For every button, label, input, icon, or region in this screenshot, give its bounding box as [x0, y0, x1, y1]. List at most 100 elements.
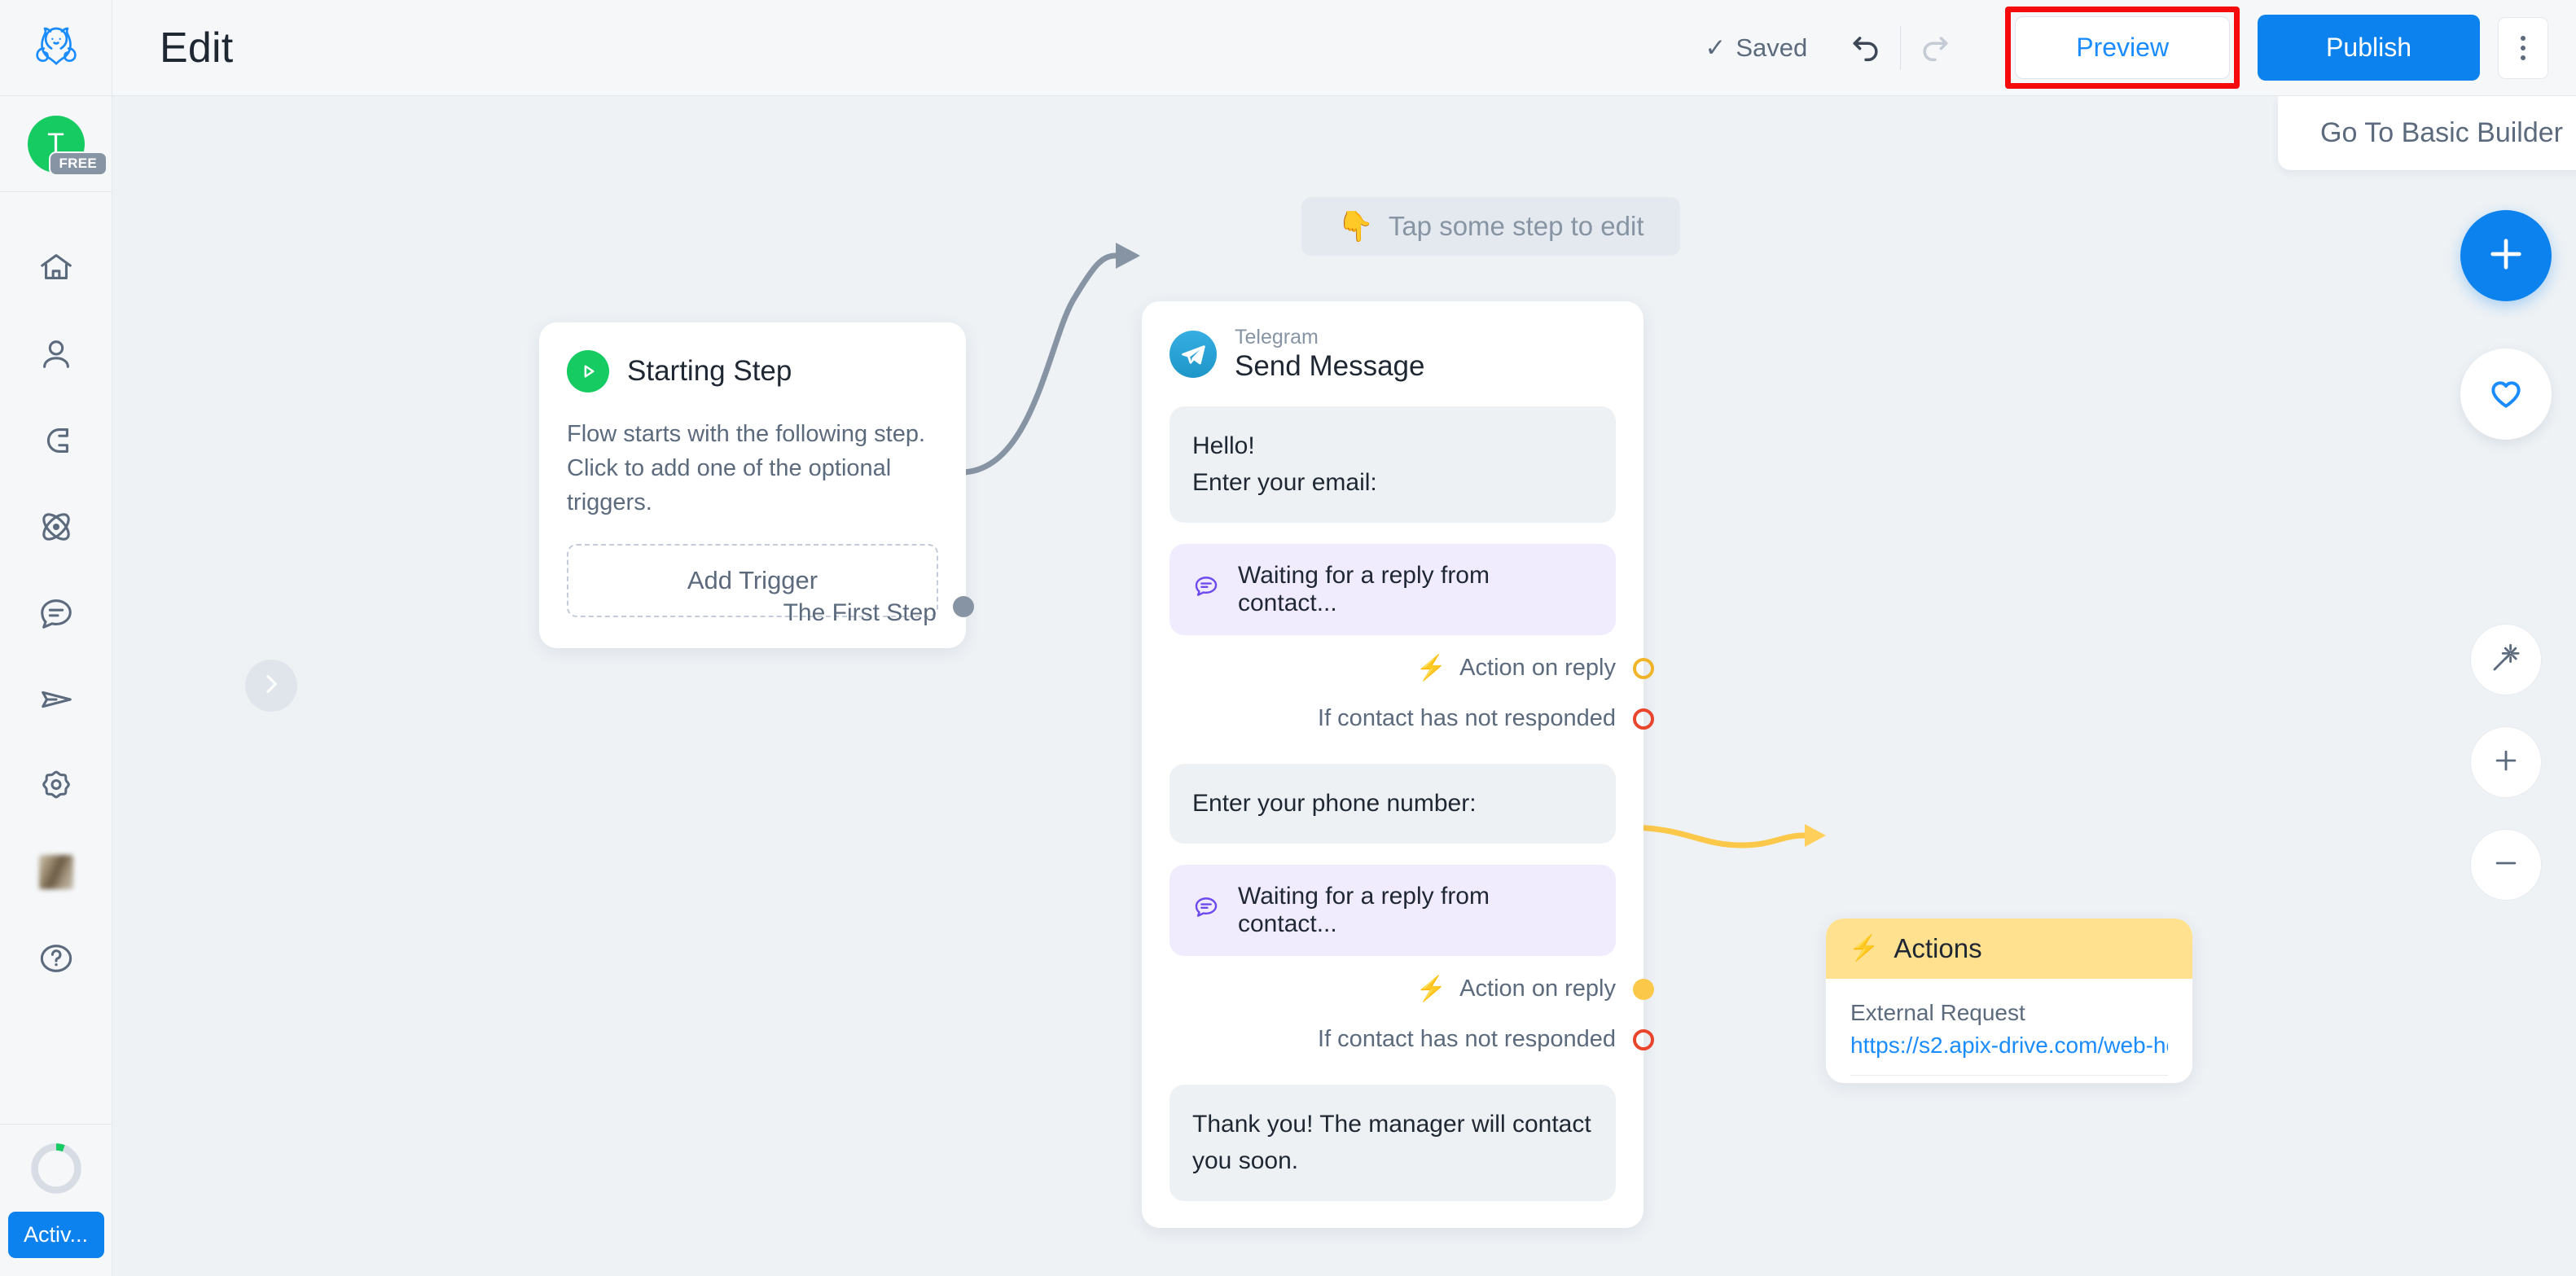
action-on-reply-row[interactable]: ⚡ Action on reply: [1170, 643, 1654, 694]
message-bubble[interactable]: Thank you! The manager will contact you …: [1170, 1084, 1616, 1201]
redo-button[interactable]: [1906, 19, 1964, 77]
favorites-fab[interactable]: [2460, 349, 2552, 440]
preview-highlight-box: Preview: [2005, 7, 2240, 89]
check-icon: ✓: [1705, 33, 1727, 62]
action-on-reply-port[interactable]: [1633, 657, 1654, 679]
tap-hint-text: Tap some step to edit: [1388, 211, 1644, 241]
bolt-icon: ⚡: [1415, 975, 1447, 1002]
sidebar-item-help[interactable]: [0, 915, 112, 1002]
telegram-node-titles: Telegram Send Message: [1235, 326, 1424, 384]
not-responded-port[interactable]: [1633, 708, 1654, 730]
plan-badge: FREE: [48, 151, 108, 176]
waiting-reply-block[interactable]: Waiting for a reply from contact...: [1170, 543, 1616, 635]
magic-wand-icon: [2489, 641, 2523, 679]
node-telegram-send-message[interactable]: Telegram Send Message Hello! Enter your …: [1142, 301, 1654, 1228]
preview-button[interactable]: Preview: [2015, 16, 2231, 79]
person-icon: [37, 335, 75, 373]
publish-button[interactable]: Publish: [2258, 15, 2480, 81]
avatar: T FREE: [27, 115, 108, 176]
not-responded-row[interactable]: If contact has not responded: [1170, 1015, 1654, 1065]
gear-icon: [37, 767, 75, 805]
magnet-icon: [37, 422, 75, 459]
sidebar-item-home[interactable]: [0, 225, 112, 311]
pointing-down-hand-icon: 👇: [1337, 209, 1374, 243]
undo-button[interactable]: [1837, 19, 1895, 77]
actions-node-body: External Request https://s2.apix-drive.c…: [1826, 979, 2192, 1076]
external-request-url[interactable]: https://s2.apix-drive.com/web-ho: [1850, 1033, 2168, 1059]
app-logo[interactable]: [0, 0, 112, 96]
saved-status: ✓ Saved: [1705, 33, 1807, 63]
header-actions: ✓ Saved Preview Publish: [1705, 7, 2548, 89]
message-bubble[interactable]: Enter your phone number:: [1170, 763, 1616, 844]
auto-layout-button[interactable]: [2470, 624, 2542, 695]
action-on-reply-label: Action on reply: [1459, 976, 1616, 1002]
telegram-node-header: Telegram Send Message: [1170, 326, 1616, 384]
bolt-icon: ⚡: [1849, 935, 1880, 962]
action-on-reply-label: Action on reply: [1459, 655, 1616, 682]
reply-bubble-icon: [1192, 893, 1220, 927]
zoom-out-button[interactable]: [2470, 829, 2542, 901]
not-responded-label: If contact has not responded: [1318, 705, 1616, 732]
top-header: Edit ✓ Saved Preview Publish: [112, 0, 2576, 96]
sidebar-item-broadcasts[interactable]: [0, 656, 112, 743]
app-root: T FREE Activ... Edit ✓ Saved Preview Pub…: [0, 0, 2576, 1276]
message-bubble[interactable]: Hello! Enter your email:: [1170, 406, 1616, 523]
sidebar-item-growth-tools[interactable]: [0, 397, 112, 484]
waiting-reply-text: Waiting for a reply from contact...: [1238, 882, 1490, 937]
go-to-basic-builder-button[interactable]: Go To Basic Builder: [2278, 96, 2576, 170]
profile-avatar-icon: [38, 855, 73, 889]
sidebar-bottom: Activ...: [0, 1117, 112, 1276]
question-circle-icon: [37, 940, 75, 977]
redo-arrow-icon: [1917, 28, 1953, 68]
action-on-reply-row[interactable]: ⚡ Action on reply: [1170, 964, 1654, 1015]
sidebar-item-automation[interactable]: [0, 484, 112, 570]
sidebar-item-profile[interactable]: [0, 829, 112, 915]
waiting-reply-block[interactable]: Waiting for a reply from contact...: [1170, 864, 1616, 956]
not-responded-port[interactable]: [1633, 1028, 1654, 1050]
chat-bubble-icon: [37, 594, 75, 632]
undo-arrow-icon: [1848, 28, 1884, 68]
manychat-octopus-logo-icon: [33, 23, 79, 72]
starting-step-description: Flow starts with the following step. Cli…: [567, 417, 938, 520]
telegram-channel-label: Telegram: [1235, 326, 1319, 349]
action-on-reply-port-connected[interactable]: [1633, 978, 1654, 1000]
sidebar-item-live-chat[interactable]: [0, 570, 112, 656]
kebab-menu-icon: [2521, 45, 2526, 50]
expand-panel-button[interactable]: [245, 660, 297, 712]
actions-divider: [1850, 1075, 2168, 1076]
sidebar-nav: [0, 192, 112, 1002]
plus-icon: [2490, 744, 2522, 781]
sidebar-item-contacts[interactable]: [0, 311, 112, 397]
not-responded-row[interactable]: If contact has not responded: [1170, 694, 1654, 744]
zoom-in-button[interactable]: [2470, 726, 2542, 798]
not-responded-label: If contact has not responded: [1318, 1026, 1616, 1053]
more-options-button[interactable]: [2498, 16, 2548, 79]
sidebar-item-settings[interactable]: [0, 743, 112, 829]
external-request-label: External Request: [1850, 1000, 2025, 1025]
tap-hint-banner: 👇 Tap some step to edit: [1301, 197, 1680, 256]
header-divider: [1900, 25, 1902, 70]
add-step-fab[interactable]: [2460, 210, 2552, 301]
play-circle-icon: [567, 350, 609, 392]
page-title: Edit: [160, 24, 234, 72]
starting-step-desc-line1: Flow starts with the following step.: [567, 421, 926, 447]
starting-step-desc-line2: Click to add one of the optional trigger…: [567, 455, 892, 516]
first-step-out-port[interactable]: [953, 596, 974, 617]
plus-icon: [2483, 231, 2529, 281]
next-step-row[interactable]: Next Step: [1170, 1265, 1616, 1276]
canvas-zoom-controls: [2470, 624, 2542, 901]
flow-canvas[interactable]: 👇 Tap some step to edit Go To Basic Buil…: [112, 96, 2576, 1276]
account-avatar[interactable]: T FREE: [0, 96, 112, 192]
starting-step-header: Starting Step: [567, 350, 938, 392]
chevron-right-icon: [258, 671, 284, 701]
kebab-menu-icon: [2521, 55, 2526, 60]
onboarding-progress-ring[interactable]: [29, 1141, 84, 1200]
waiting-reply-text: Waiting for a reply from contact...: [1238, 561, 1490, 616]
left-sidebar: T FREE Activ...: [0, 0, 112, 1276]
node-actions[interactable]: ⚡ Actions External Request https://s2.ap…: [1826, 919, 2192, 1083]
atom-icon: [37, 508, 75, 546]
telegram-node-title: Send Message: [1235, 349, 1425, 382]
kebab-menu-icon: [2521, 35, 2526, 41]
activate-button[interactable]: Activ...: [7, 1212, 104, 1258]
node-starting-step[interactable]: Starting Step Flow starts with the follo…: [539, 322, 974, 648]
